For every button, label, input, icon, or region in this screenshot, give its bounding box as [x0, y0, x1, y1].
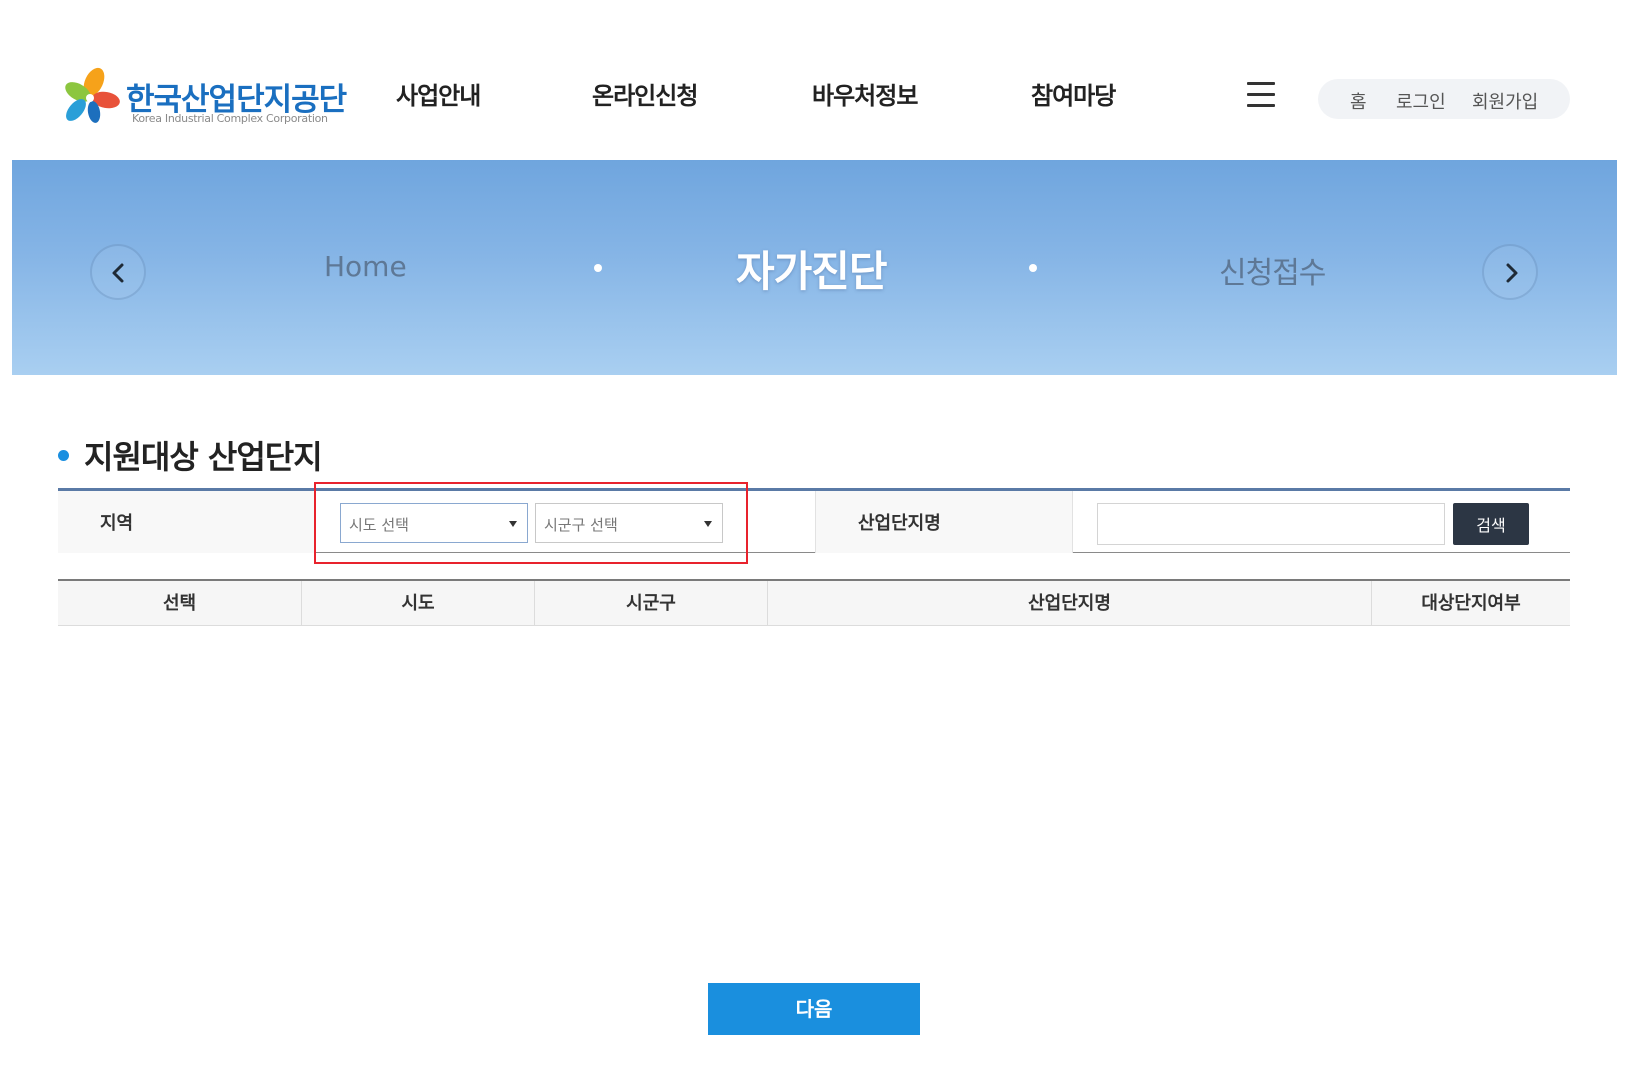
column-sido: 시도 [301, 581, 534, 626]
column-eligibility: 대상단지여부 [1371, 581, 1570, 626]
section-bullet-icon [58, 450, 69, 461]
complex-name-label: 산업단지명 [858, 513, 941, 534]
logo-text-en: Korea Industrial Complex Corporation [132, 112, 328, 125]
chevron-left-icon [112, 263, 124, 283]
nav-participation[interactable]: 참여마당 [1031, 76, 1116, 116]
sigungu-select-value: 시군구 선택 [544, 516, 618, 534]
complex-name-input[interactable] [1097, 503, 1445, 545]
search-button[interactable]: 검색 [1453, 503, 1529, 545]
next-step-arrow-button[interactable] [1482, 244, 1538, 300]
column-sigungu: 시군구 [534, 581, 767, 626]
column-complex-name: 산업단지명 [767, 581, 1371, 626]
breadcrumb-separator [594, 264, 602, 272]
hamburger-menu-icon[interactable] [1247, 82, 1275, 108]
next-button[interactable]: 다음 [708, 983, 920, 1035]
breadcrumb-current: 자가진단 [736, 247, 888, 296]
breadcrumb-separator [1029, 264, 1037, 272]
section-title: 지원대상 산업단지 [84, 438, 323, 476]
result-table-header: 선택 시도 시군구 산업단지명 대상단지여부 [58, 579, 1570, 626]
sido-select-value: 시도 선택 [349, 516, 409, 534]
site-logo[interactable]: 한국산업단지공단 Korea Industrial Complex Corpor… [58, 66, 348, 130]
prev-step-button[interactable] [90, 244, 146, 300]
step-banner: Home 자가진단 신청접수 [12, 160, 1617, 375]
column-select: 선택 [162, 593, 197, 614]
nav-voucher-info[interactable]: 바우처정보 [812, 76, 918, 116]
utility-links: 홈 로그인 회원가입 [1318, 79, 1570, 119]
site-header: 한국산업단지공단 Korea Industrial Complex Corpor… [0, 0, 1632, 160]
sigungu-select[interactable]: 시군구 선택 [535, 503, 723, 543]
dropdown-caret-icon [704, 521, 712, 527]
nav-online-application[interactable]: 온라인신청 [592, 76, 698, 116]
complex-label-cell: 산업단지명 [815, 491, 1073, 553]
region-label: 지역 [100, 513, 134, 534]
nav-business-info[interactable]: 사업안내 [396, 76, 481, 116]
sido-select[interactable]: 시도 선택 [340, 503, 528, 543]
dropdown-caret-icon [509, 521, 517, 527]
region-label-cell: 지역 [58, 491, 314, 553]
chevron-right-icon [1506, 263, 1518, 283]
util-login-link[interactable]: 로그인 [1396, 88, 1446, 114]
search-form: 지역 시도 선택 시군구 선택 산업단지명 검색 [58, 482, 1570, 564]
breadcrumb-home[interactable]: Home [324, 250, 407, 283]
util-signup-link[interactable]: 회원가입 [1472, 88, 1538, 114]
breadcrumb-next[interactable]: 신청접수 [1219, 248, 1326, 292]
util-home-link[interactable]: 홈 [1350, 88, 1367, 114]
logo-pinwheel-icon [65, 67, 120, 123]
